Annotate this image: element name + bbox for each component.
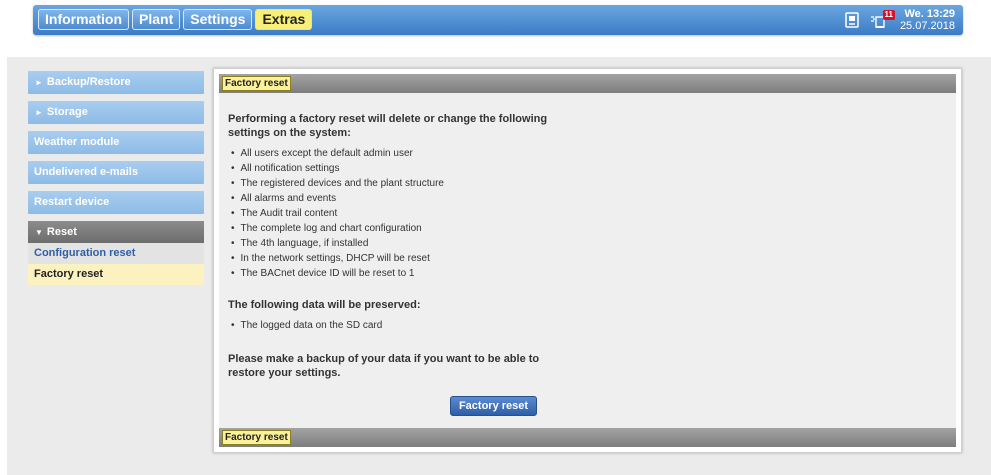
sidebar-item-label: Storage bbox=[46, 106, 88, 118]
list-item: In the network settings, DHCP will be re… bbox=[228, 251, 548, 266]
list-item: The 4th language, if installed bbox=[228, 236, 548, 251]
arrow-right-icon: ► bbox=[35, 78, 43, 87]
day-time: We. 13:29 bbox=[904, 8, 955, 20]
sidebar-item-label: Backup/Restore bbox=[46, 76, 131, 88]
alarm-icon[interactable]: 11 bbox=[869, 10, 895, 29]
notification-badge: 11 bbox=[882, 10, 895, 20]
sidebar-item-restart-device[interactable]: Restart device bbox=[28, 191, 204, 214]
sidebar-group-label: Reset bbox=[46, 226, 77, 238]
list-item: All notification settings bbox=[228, 161, 548, 176]
main-panel: Factory reset Performing a factory reset… bbox=[213, 68, 962, 453]
preserved-heading: The following data will be preserved: bbox=[228, 299, 421, 311]
header-icons: 11 bbox=[843, 10, 895, 29]
delete-list: All users except the default admin user … bbox=[228, 146, 548, 281]
sidebar-item-label: Undelivered e-mails bbox=[34, 166, 138, 178]
panel-body: Performing a factory reset will delete o… bbox=[228, 112, 548, 380]
tab-plant[interactable]: Plant bbox=[132, 9, 181, 30]
panel-footer: Factory reset bbox=[219, 428, 956, 447]
sidebar: ► Backup/Restore ► Storage Weather module … bbox=[28, 71, 204, 285]
sidebar-group-reset[interactable]: ▼ Reset bbox=[28, 221, 204, 243]
tab-extras[interactable]: Extras bbox=[255, 9, 313, 30]
sidebar-item-label: Restart device bbox=[34, 196, 110, 208]
list-item: The logged data on the SD card bbox=[228, 318, 548, 333]
preserved-list: The logged data on the SD card bbox=[228, 318, 548, 333]
tab-information[interactable]: Information bbox=[38, 9, 129, 30]
list-item: The registered devices and the plant str… bbox=[228, 176, 548, 191]
backup-note: Please make a backup of your data if you… bbox=[228, 353, 540, 379]
list-item: The Audit trail content bbox=[228, 206, 548, 221]
factory-reset-button[interactable]: Factory reset bbox=[450, 396, 537, 416]
sidebar-item-label: Weather module bbox=[34, 136, 120, 148]
sidebar-item-configuration-reset[interactable]: Configuration reset bbox=[28, 243, 204, 264]
panel-inner: Factory reset Performing a factory reset… bbox=[219, 74, 956, 447]
sidebar-item-storage[interactable]: ► Storage bbox=[28, 101, 204, 124]
panel-footer-label: Factory reset bbox=[222, 430, 291, 445]
list-item: The BACnet device ID will be reset to 1 bbox=[228, 266, 548, 281]
arrow-right-icon: ► bbox=[35, 108, 43, 117]
date-time: We. 13:29 25.07.2018 bbox=[900, 8, 955, 32]
arrow-down-icon: ▼ bbox=[35, 228, 43, 237]
panel-title: Factory reset bbox=[222, 76, 291, 91]
main-tabs: Information Plant Settings Extras bbox=[38, 9, 313, 30]
tab-settings[interactable]: Settings bbox=[183, 9, 253, 30]
top-bar: Information Plant Settings Extras 11 We.… bbox=[33, 5, 963, 35]
sidebar-item-factory-reset[interactable]: Factory reset bbox=[28, 264, 204, 285]
list-item: All users except the default admin user bbox=[228, 146, 548, 161]
sidebar-item-weather-module[interactable]: Weather module bbox=[28, 131, 204, 154]
sidebar-item-backup-restore[interactable]: ► Backup/Restore bbox=[28, 71, 204, 94]
list-item: The complete log and chart configuration bbox=[228, 221, 548, 236]
intro-text: Performing a factory reset will delete o… bbox=[228, 113, 548, 139]
date: 25.07.2018 bbox=[899, 20, 955, 32]
device-icon[interactable] bbox=[843, 11, 861, 29]
list-item: All alarms and events bbox=[228, 191, 548, 206]
sidebar-item-undelivered-emails[interactable]: Undelivered e-mails bbox=[28, 161, 204, 184]
panel-header: Factory reset bbox=[219, 74, 956, 93]
